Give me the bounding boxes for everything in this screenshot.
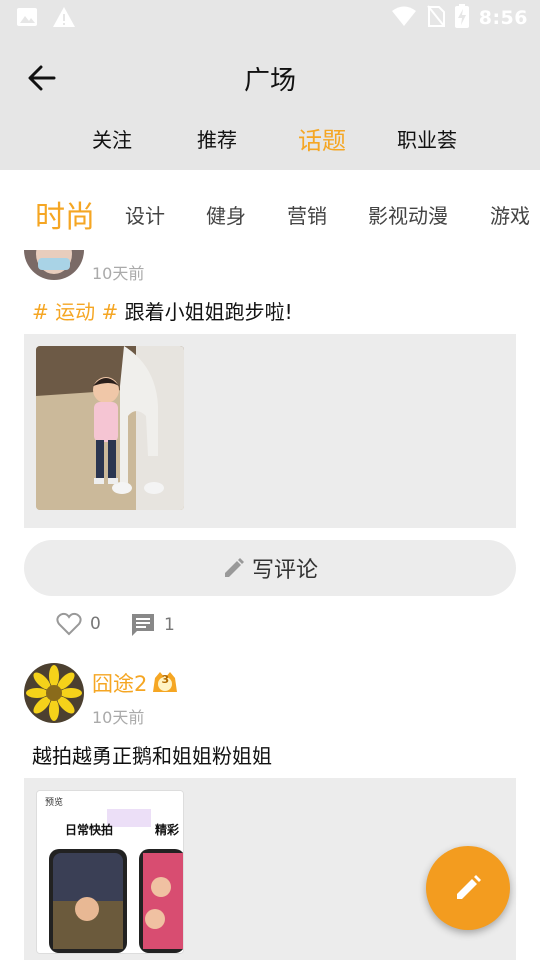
- tab-topics[interactable]: 话题: [298, 121, 346, 156]
- post-photo[interactable]: [36, 346, 184, 510]
- status-bar: 8:56: [0, 0, 540, 36]
- comment-count-button[interactable]: 1: [130, 612, 175, 638]
- topic-tag[interactable]: # 运动 #: [32, 300, 118, 324]
- screenshot-left-text: 日常快拍: [65, 823, 114, 837]
- screenshot-right-text: 精彩: [155, 823, 180, 837]
- like-count: 0: [90, 614, 101, 634]
- screenshot-header-text: 预览: [45, 798, 64, 808]
- main-tab-bar: 关注 推荐 话题 职业荟: [0, 124, 540, 160]
- warning-notification-icon: [52, 6, 76, 32]
- post-text: # 运动 # 跟着小姐姐跑步啦!: [32, 296, 293, 325]
- status-time: 8:56: [478, 7, 528, 29]
- tab-follow[interactable]: 关注: [92, 124, 132, 153]
- wifi-icon: [391, 5, 417, 31]
- avatar[interactable]: [24, 663, 84, 723]
- comment-count: 1: [164, 615, 175, 635]
- edit-pencil-icon: [457, 875, 481, 899]
- write-comment-button[interactable]: 写评论: [24, 540, 516, 596]
- image-notification-icon: [16, 6, 38, 32]
- comment-bubble-icon: [132, 614, 154, 636]
- tab-recommend[interactable]: 推荐: [197, 124, 237, 153]
- like-button[interactable]: 0: [56, 612, 101, 636]
- level-number: 3: [161, 673, 170, 686]
- category-tab-games[interactable]: 游戏: [490, 200, 530, 229]
- heart-outline-icon: [56, 612, 82, 636]
- post-image-panel: [24, 334, 516, 528]
- username[interactable]: 囧途2 3: [92, 668, 179, 698]
- post-photo[interactable]: 预览 日常快拍 精彩: [36, 790, 184, 954]
- avatar[interactable]: [24, 250, 84, 280]
- category-tab-film-anime[interactable]: 影视动漫: [368, 200, 448, 229]
- category-tab-bar: 时尚 设计 健身 营销 影视动漫 游戏: [0, 170, 540, 250]
- pencil-icon: [224, 558, 244, 577]
- category-tab-fashion[interactable]: 时尚: [35, 192, 95, 236]
- page-title: 广场: [243, 66, 296, 96]
- app-bar: 广场 关注 推荐 话题 职业荟: [0, 36, 540, 170]
- write-comment-label: 写评论: [251, 558, 318, 583]
- level-badge: 3: [151, 670, 179, 696]
- post-body: 跟着小姐姐跑步啦!: [124, 300, 293, 324]
- tab-career[interactable]: 职业荟: [397, 124, 457, 153]
- post-time: 10天前: [92, 264, 145, 283]
- post-body: 越拍越勇正鹅和姐姐粉姐姐: [32, 744, 272, 768]
- category-tab-design[interactable]: 设计: [125, 200, 165, 229]
- battery-charging-icon: [454, 4, 469, 32]
- category-tab-marketing[interactable]: 营销: [287, 200, 327, 229]
- category-tab-fitness[interactable]: 健身: [206, 200, 246, 229]
- username-text: 囧途2: [92, 672, 148, 696]
- create-post-button[interactable]: [426, 846, 510, 930]
- no-sim-icon: [426, 5, 445, 31]
- post-time: 10天前: [92, 708, 145, 727]
